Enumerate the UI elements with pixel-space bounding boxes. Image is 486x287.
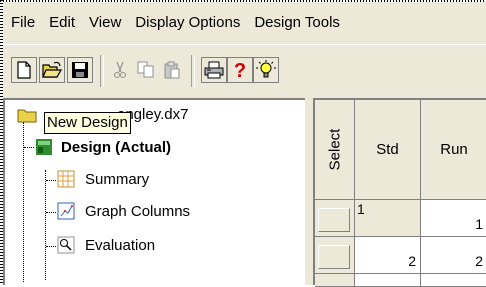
- design-grid: Select Std Run 1 1 2 2: [313, 98, 486, 287]
- cut-icon: [114, 61, 126, 78]
- tree-connector: [46, 180, 56, 181]
- tree-connector: [46, 246, 56, 247]
- tree-item-graph-columns[interactable]: Graph Columns: [57, 202, 190, 220]
- table-cell-std[interactable]: 2: [355, 237, 421, 274]
- new-icon: [17, 61, 31, 79]
- menu-display-options[interactable]: Display Options: [128, 2, 247, 44]
- table-cell-std[interactable]: 1: [355, 200, 421, 237]
- select-toggle[interactable]: [318, 208, 350, 232]
- tree-connector: [23, 122, 24, 282]
- design-icon: [36, 139, 52, 155]
- paste-icon: [164, 61, 180, 79]
- cell-std-value: 1: [357, 201, 365, 217]
- print-icon: [204, 61, 224, 79]
- tree-item-design-label: Design (Actual): [61, 138, 172, 156]
- tip-button[interactable]: [253, 57, 279, 83]
- toolbar: ?: [3, 44, 486, 98]
- save-button[interactable]: [67, 57, 93, 83]
- tree-item-design[interactable]: Design (Actual): [35, 138, 171, 156]
- header-std[interactable]: Std: [355, 100, 421, 200]
- copy-button[interactable]: [133, 57, 159, 83]
- header-std-label: Std: [376, 141, 399, 158]
- table-cell-run[interactable]: 2: [421, 237, 486, 274]
- menu-view[interactable]: View: [82, 2, 128, 44]
- copy-icon: [137, 61, 154, 78]
- evaluation-icon: [57, 236, 75, 254]
- new-button[interactable]: [11, 57, 37, 83]
- help-button[interactable]: ?: [227, 57, 253, 83]
- tree-item-summary-label: Summary: [85, 170, 150, 188]
- cut-button[interactable]: [107, 57, 133, 83]
- save-icon: [72, 62, 88, 78]
- toolbar-separator: [100, 55, 104, 87]
- menu-design-tools[interactable]: Design Tools: [247, 2, 347, 44]
- tooltip: New Design: [44, 112, 131, 134]
- tree-connector: [24, 147, 34, 148]
- header-run[interactable]: Run: [421, 100, 486, 200]
- table-cell-run[interactable]: [421, 274, 486, 287]
- graph-icon: [57, 202, 75, 220]
- select-cell[interactable]: [315, 237, 355, 274]
- select-cell[interactable]: [315, 274, 355, 287]
- print-button[interactable]: [201, 57, 227, 83]
- paste-button[interactable]: [159, 57, 185, 83]
- tip-icon: [256, 60, 276, 78]
- tree-connector: [45, 170, 46, 280]
- folder-icon: [17, 109, 37, 122]
- header-select[interactable]: Select: [315, 100, 355, 200]
- summary-icon: [57, 170, 75, 188]
- menu-file[interactable]: File: [3, 2, 42, 44]
- svg-text:?: ?: [234, 60, 246, 80]
- menu-bar: File Edit View Display Options Design To…: [3, 2, 486, 44]
- tree-item-evaluation[interactable]: Evaluation: [57, 236, 155, 254]
- header-select-label: Select: [326, 128, 344, 171]
- help-icon: ?: [234, 60, 246, 80]
- cell-std-value: 2: [408, 253, 416, 269]
- tree-item-summary[interactable]: Summary: [57, 170, 149, 188]
- tree-connector: [46, 212, 56, 213]
- select-cell[interactable]: [315, 200, 355, 237]
- open-icon: [42, 61, 62, 78]
- cell-run-value: 1: [475, 216, 483, 232]
- table-cell-std[interactable]: [355, 274, 421, 287]
- cell-run-value: 2: [475, 253, 483, 269]
- table-cell-run[interactable]: 1: [421, 200, 486, 237]
- open-button[interactable]: [39, 57, 65, 83]
- select-toggle[interactable]: [318, 245, 350, 269]
- tree-item-graph-columns-label: Graph Columns: [85, 202, 191, 220]
- toolbar-separator: [191, 55, 195, 87]
- tree-item-evaluation-label: Evaluation: [85, 236, 156, 254]
- menu-edit[interactable]: Edit: [42, 2, 82, 44]
- panel-splitter[interactable]: [305, 98, 313, 285]
- header-run-label: Run: [440, 141, 468, 158]
